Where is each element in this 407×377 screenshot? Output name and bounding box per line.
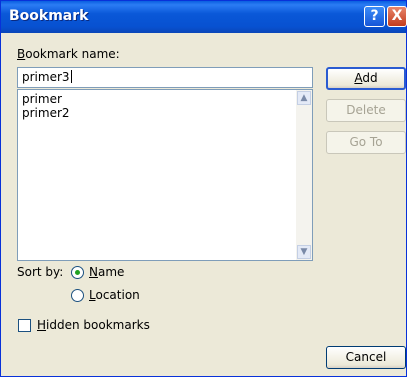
sort-name-radio[interactable] [71,266,84,279]
sort-location-label[interactable]: Location [89,288,140,302]
delete-button[interactable]: Delete [326,99,406,122]
scroll-down-icon[interactable]: ▼ [297,245,311,259]
go-to-button[interactable]: Go To [326,131,406,154]
bookmark-name-label: Bookmark name: [17,47,120,61]
bookmark-name-value: primer3 [22,70,70,84]
hidden-bookmarks-checkbox[interactable] [18,319,31,332]
close-button[interactable]: X [387,6,407,27]
text-caret [70,70,72,83]
title-bar[interactable]: Bookmark ? X [1,1,407,33]
help-icon: ? [370,8,379,24]
cancel-button[interactable]: Cancel [326,346,406,369]
bookmark-name-input[interactable]: primer3 [17,67,313,88]
list-scrollbar[interactable]: ▲ ▼ [296,90,312,260]
add-button[interactable]: Add [326,67,406,90]
radio-selected-dot [75,270,80,275]
dialog-title: Bookmark [9,8,89,24]
sort-location-radio[interactable] [71,289,84,302]
list-item[interactable]: primer [22,92,62,106]
scroll-up-icon[interactable]: ▲ [297,91,311,105]
bookmark-dialog: Bookmark ? X Bookmark name: primer3 prim… [0,0,407,377]
sort-name-label[interactable]: Name [89,265,124,279]
close-icon: X [391,8,403,24]
help-button[interactable]: ? [364,6,385,27]
sort-by-label: Sort by: [17,265,64,279]
bookmark-list[interactable]: primer primer2 ▲ ▼ [17,89,313,261]
hidden-bookmarks-label[interactable]: Hidden bookmarks [37,318,150,332]
list-item[interactable]: primer2 [22,106,70,120]
